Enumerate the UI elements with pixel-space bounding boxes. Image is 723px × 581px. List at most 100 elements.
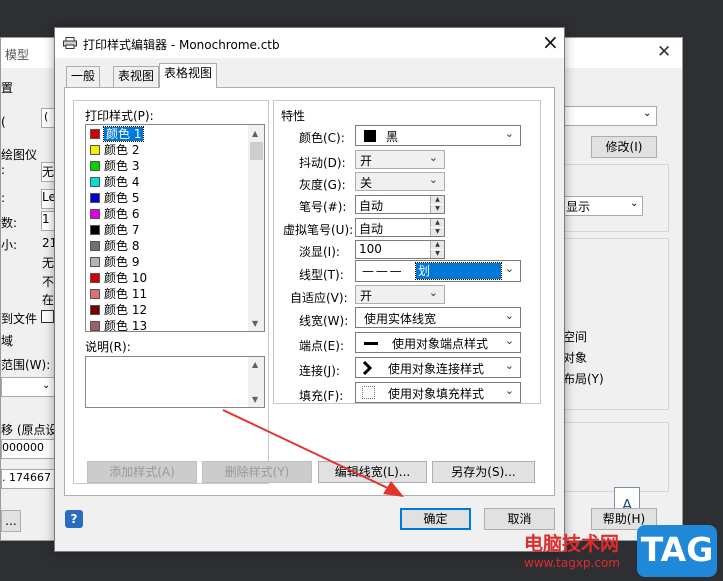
bg-option-2: 对象 <box>563 351 588 365</box>
spin-up-icon[interactable]: ▲ <box>430 241 444 249</box>
tab-table-view[interactable]: 表视图 <box>113 66 160 87</box>
list-item[interactable]: 颜色 10 <box>90 270 246 286</box>
screening-label: 淡显(I): <box>299 245 340 259</box>
list-item[interactable]: 颜色 12 <box>90 302 246 318</box>
background-title: 模型 <box>5 48 30 62</box>
bg-field-copies[interactable]: 1 <box>41 211 55 231</box>
list-item-label: 颜色 10 <box>104 271 148 285</box>
list-item[interactable]: 颜色 7 <box>90 222 246 238</box>
scroll-up-icon[interactable]: ▲ <box>252 129 258 138</box>
color-swatch <box>90 177 100 187</box>
lineweight-value: 使用实体线宽 <box>364 312 437 326</box>
grayscale-combo[interactable]: 关 ⌄ <box>355 172 445 191</box>
endstyle-label: 端点(E): <box>299 339 344 353</box>
bg-dots-button[interactable]: ... <box>1 510 21 532</box>
linetype-combo[interactable]: — — — 划 ⌄ <box>355 260 521 282</box>
spin-down-icon[interactable]: ▼ <box>430 250 444 258</box>
chevron-down-icon: ⌄ <box>504 359 514 372</box>
list-item[interactable]: 颜色 13 <box>90 318 246 332</box>
bg-field-offset-y[interactable]: . 174667 <box>1 469 55 489</box>
bg-combo-plotter[interactable]: 无 <box>41 162 55 182</box>
description-scrollbar[interactable]: ▲ ▼ <box>248 357 264 407</box>
list-item-label: 颜色 4 <box>104 175 140 189</box>
watermark-url: www.tagxp.com <box>524 556 620 570</box>
bg-combo-paper[interactable]: Le <box>41 189 56 209</box>
list-item[interactable]: 颜色 2 <box>90 142 246 158</box>
list-item[interactable]: 颜色 4 <box>90 174 246 190</box>
fillstyle-combo[interactable]: 使用对象填充样式 ⌄ <box>355 382 521 403</box>
lineweight-combo[interactable]: 使用实体线宽 ⌄ <box>355 307 521 328</box>
chevron-down-icon: ⌄ <box>504 262 514 275</box>
adaptive-combo[interactable]: 开 ⌄ <box>355 285 445 304</box>
linetype-label: 线型(T): <box>299 268 344 282</box>
styles-list-scrollbar[interactable]: ▲ ▼ <box>248 125 264 331</box>
bg-combo-0[interactable]: ( <box>41 108 55 128</box>
scroll-down-icon[interactable]: ▼ <box>252 395 258 404</box>
end-cap-icon <box>364 342 378 345</box>
ok-button[interactable]: 确定 <box>400 508 471 530</box>
list-item[interactable]: 颜色 1 <box>90 126 246 142</box>
grayscale-value: 关 <box>360 176 373 190</box>
bg-value-2: 不 <box>42 275 55 289</box>
list-item[interactable]: 颜色 3 <box>90 158 246 174</box>
linetype-value: 划 <box>415 262 502 280</box>
tab-general[interactable]: 一般 <box>66 66 101 87</box>
color-swatch <box>90 225 100 235</box>
list-item-label: 颜色 1 <box>102 126 145 142</box>
cancel-button[interactable]: 取消 <box>484 508 555 530</box>
color-swatch <box>90 209 100 219</box>
endstyle-combo[interactable]: 使用对象端点样式 ⌄ <box>355 332 521 353</box>
scroll-down-icon[interactable]: ▼ <box>252 319 258 328</box>
screening-spinner[interactable]: 100 ▲ ▼ <box>355 240 445 259</box>
endstyle-value: 使用对象端点样式 <box>392 337 489 351</box>
list-item[interactable]: 颜色 8 <box>90 238 246 254</box>
scroll-thumb[interactable] <box>250 142 263 160</box>
virtual-pen-value: 自动 <box>359 222 384 236</box>
edit-lineweights-button[interactable]: 编辑线宽(L)... <box>318 461 427 483</box>
virtual-pen-spinner[interactable]: 自动 ▲ ▼ <box>355 218 445 237</box>
bg-plot-to-file-checkbox[interactable] <box>41 310 54 323</box>
bg-colon-1: : <box>1 163 6 177</box>
color-swatch <box>90 241 100 251</box>
help-icon[interactable]: ? <box>65 510 83 528</box>
bg-label-4: 到文件 <box>1 312 38 326</box>
virtual-pen-label: 虚拟笔号(U): <box>283 223 354 237</box>
bg-combo-area[interactable]: ⌄ <box>1 377 55 397</box>
save-as-button[interactable]: 另存为(S)... <box>432 461 535 483</box>
joinstyle-combo[interactable]: 使用对象连接样式 ⌄ <box>355 357 521 378</box>
spin-up-icon[interactable]: ▲ <box>430 219 444 227</box>
bg-field-offset-x[interactable]: 000000 <box>1 439 55 459</box>
background-close-icon[interactable]: ✕ <box>657 42 671 62</box>
chevron-down-icon: ⌄ <box>428 173 438 186</box>
bg-modify-button[interactable]: 修改(I) <box>591 136 657 158</box>
description-textarea[interactable]: ▲ ▼ <box>85 356 265 408</box>
spin-down-icon[interactable]: ▼ <box>430 228 444 236</box>
color-combo[interactable]: 黑 ⌄ <box>355 125 521 146</box>
spin-down-icon[interactable]: ▼ <box>430 205 444 213</box>
delete-style-button[interactable]: 删除样式(Y) <box>202 461 312 483</box>
list-item[interactable]: 颜色 11 <box>90 286 246 302</box>
chevron-down-icon: ⌄ <box>428 151 438 164</box>
color-swatch <box>90 193 100 203</box>
color-swatch <box>90 161 100 171</box>
scroll-up-icon[interactable]: ▲ <box>252 360 258 369</box>
bg-label-6: 范围(W): <box>1 358 51 372</box>
bg-colon-2: : <box>1 191 6 205</box>
color-swatch <box>90 305 100 315</box>
list-item[interactable]: 颜色 5 <box>90 190 246 206</box>
print-styles-list[interactable]: 颜色 1 颜色 2 颜色 3 颜色 4 颜色 5 颜色 6 颜色 7 颜色 8 … <box>85 124 265 332</box>
close-icon[interactable]: × <box>542 30 559 54</box>
dither-combo[interactable]: 开 ⌄ <box>355 150 445 169</box>
list-item-label: 颜色 13 <box>104 319 148 332</box>
printer-icon <box>63 37 77 49</box>
bg-label-1: 绘图仪 <box>1 148 38 162</box>
add-style-button[interactable]: 添加样式(A) <box>87 461 197 483</box>
dither-label: 抖动(D): <box>299 156 346 170</box>
tab-form-view[interactable]: 表格视图 <box>159 63 218 88</box>
bg-combo-shade[interactable]: 显示 ⌄ <box>561 196 643 216</box>
spin-up-icon[interactable]: ▲ <box>430 196 444 204</box>
list-item[interactable]: 颜色 9 <box>90 254 246 270</box>
pen-number-spinner[interactable]: 自动 ▲ ▼ <box>355 195 445 214</box>
adaptive-value: 开 <box>360 289 373 303</box>
list-item[interactable]: 颜色 6 <box>90 206 246 222</box>
